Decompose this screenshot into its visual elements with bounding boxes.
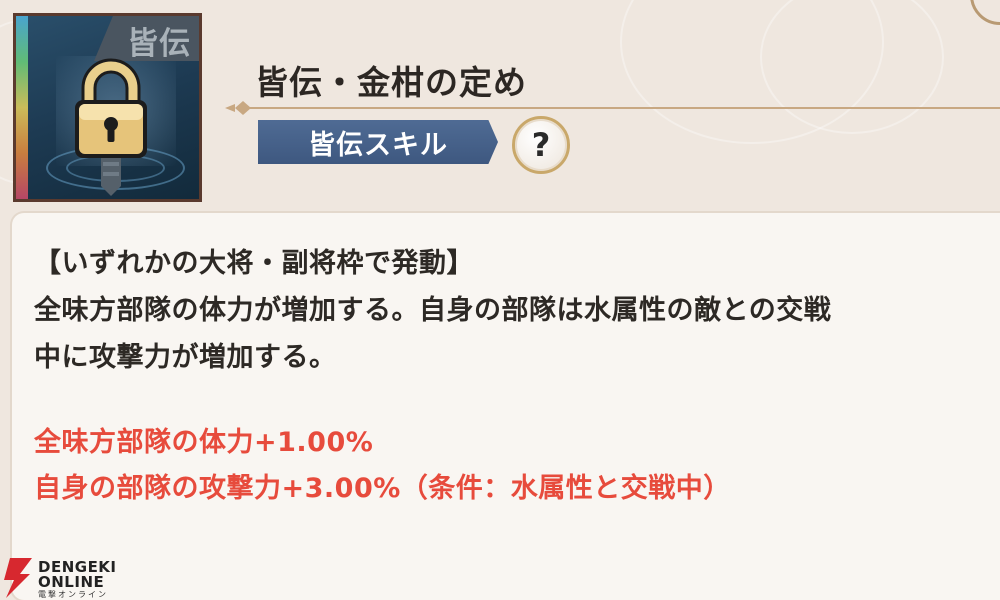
lock-icon	[75, 58, 147, 196]
skill-title: 皆伝・金柑の定め	[255, 63, 527, 102]
lightning-bolt-icon	[4, 558, 32, 598]
description-line: 中に攻撃力が増加する。	[34, 342, 337, 373]
title-divider	[225, 101, 1000, 115]
effect-line: 全味方部隊の体力+1.00%	[34, 427, 374, 458]
effect-line: 自身の部隊の攻撃力+3.00%（条件：水属性と交戦中）	[34, 473, 731, 504]
skill-icon-frame[interactable]: 皆伝	[13, 13, 202, 202]
question-mark-icon: ?	[531, 126, 551, 164]
watermark-line: 電撃オンライン	[38, 590, 108, 599]
dengeki-online-watermark: DENGEKI ONLINE 電撃オンライン	[0, 558, 130, 600]
activation-condition: 【いずれかの大将・副将枠で発動】	[34, 248, 474, 279]
corner-ornament	[970, 0, 1000, 25]
skill-type-badge: 皆伝スキル	[258, 120, 498, 164]
skill-description-panel: 【いずれかの大将・副将枠で発動】 全味方部隊の体力が増加する。自身の部隊は水属性…	[12, 213, 1000, 600]
help-button[interactable]: ?	[512, 116, 570, 174]
rarity-stripe	[16, 16, 28, 199]
description-line: 全味方部隊の体力が増加する。自身の部隊は水属性の敵との交戦	[34, 295, 832, 326]
